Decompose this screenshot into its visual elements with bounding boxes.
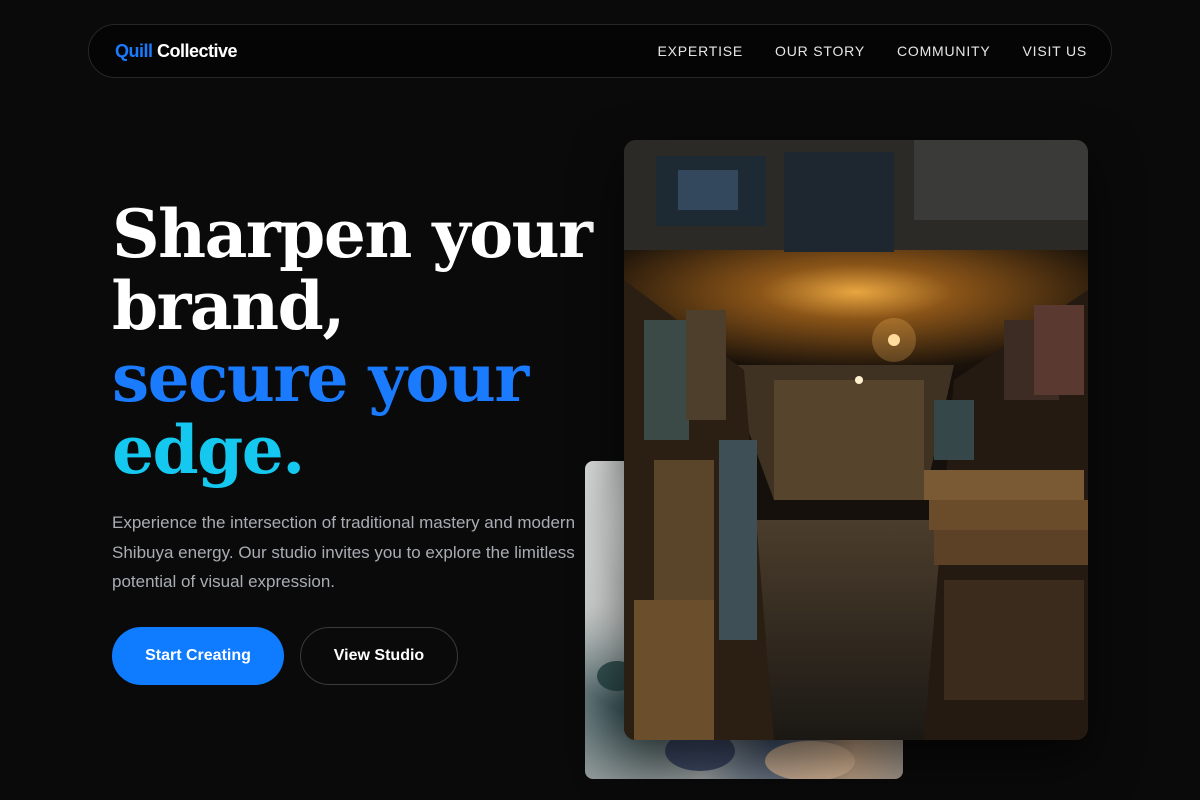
hero-description: Experience the intersection of tradition… [112, 513, 576, 591]
brand-logo-rest: Collective [152, 40, 238, 61]
headline-line-4: edge. [112, 411, 305, 489]
nav-link-community[interactable]: COMMUNITY [897, 43, 991, 59]
brand-logo[interactable]: Quill Collective [115, 40, 238, 62]
nav-link-expertise[interactable]: EXPERTISE [658, 43, 744, 59]
view-studio-button[interactable]: View Studio [300, 627, 458, 685]
nav-link-our-story[interactable]: OUR STORY [775, 43, 865, 59]
start-creating-button[interactable]: Start Creating [112, 627, 284, 685]
nav-links: EXPERTISE OUR STORY COMMUNITY VISIT US [658, 43, 1087, 59]
headline-line-2: brand, [112, 267, 345, 345]
art-studio-corridor-image [624, 140, 1088, 740]
brand-logo-accent: Quill [115, 40, 153, 61]
headline-line-3: secure your [112, 339, 529, 417]
hero-headline: Sharpen your brand, secure your edge. [112, 195, 593, 489]
nav-link-visit-us[interactable]: VISIT US [1023, 43, 1088, 59]
landing-page: Quill Collective EXPERTISE OUR STORY COM… [0, 0, 1200, 800]
headline-line-1: Sharpen your [112, 195, 593, 273]
top-navigation: Quill Collective EXPERTISE OUR STORY COM… [88, 24, 1112, 78]
